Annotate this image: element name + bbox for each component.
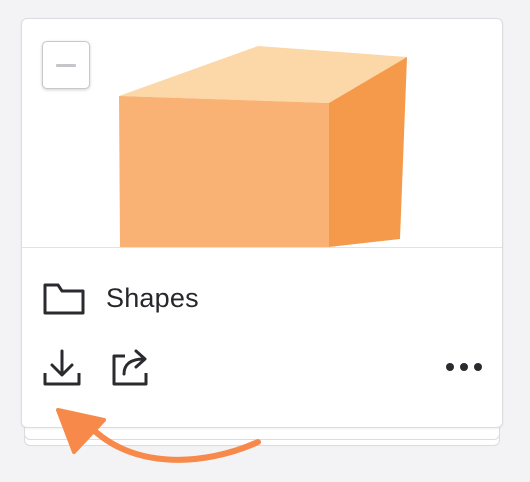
file-card-stage: Shapes (0, 0, 530, 482)
item-title-row[interactable]: Shapes (42, 277, 199, 319)
more-options-button[interactable] (442, 345, 486, 389)
file-card[interactable]: Shapes (21, 18, 503, 428)
box-front-face (119, 96, 329, 247)
minus-icon (56, 63, 76, 67)
share-button[interactable] (108, 345, 152, 389)
share-icon (112, 349, 148, 386)
item-title: Shapes (106, 282, 199, 313)
download-button[interactable] (40, 345, 84, 389)
orange-box-3d (119, 46, 407, 247)
download-icon (43, 349, 81, 386)
folder-icon (43, 283, 85, 315)
action-row (40, 345, 486, 389)
collapse-button[interactable] (42, 41, 90, 89)
more-horizontal-icon (446, 363, 482, 371)
thumbnail[interactable] (22, 19, 502, 248)
